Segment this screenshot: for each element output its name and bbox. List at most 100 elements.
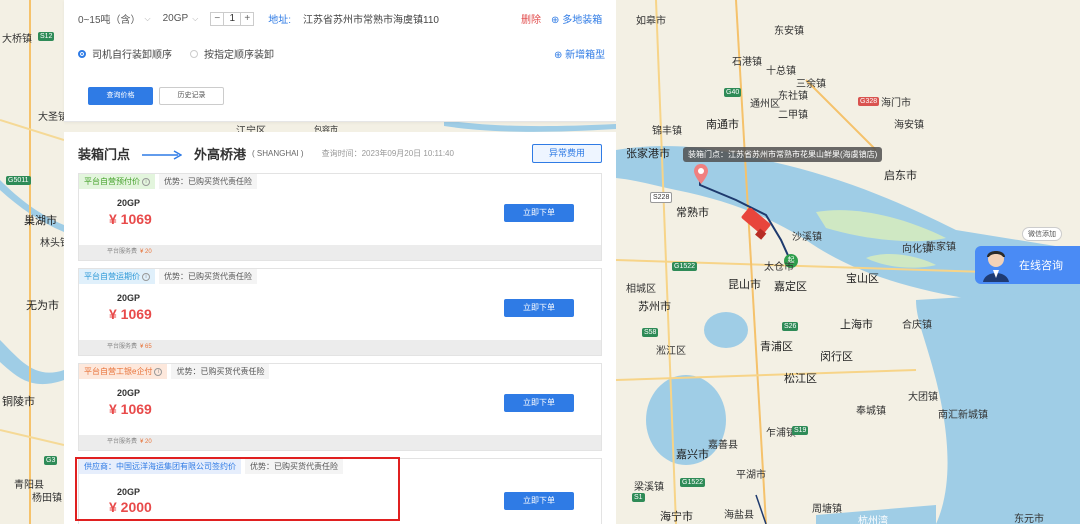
query-panel: 江宁区 包容市 0~15吨（含） ⌵ 20GP ⌵ − 1 + 地址: 江苏省苏… (64, 0, 616, 524)
wechat-label: 微信添加 (1028, 231, 1056, 238)
price-type-tag: 平台自营运期价 i (79, 269, 155, 284)
price-card: 平台自营运期价 i 优势：已购买货代责任险 20GP ¥ 1069 立即下单 平台… (78, 268, 602, 356)
minus-button[interactable]: − (211, 13, 223, 25)
price-value: ¥ 2000 (109, 499, 152, 515)
map-label: 海盐县 (724, 510, 754, 521)
map-label: 苏州市 (638, 301, 671, 313)
price-type-tag: 平台自营预付价 i (79, 174, 155, 189)
container-type-select[interactable]: 20GP ⌵ (163, 13, 199, 24)
map-label: 大团镇 (908, 392, 938, 403)
add-box-type-link[interactable]: ⊕ 新增箱型 (554, 46, 605, 61)
price-type-label: 平台自营预付价 (84, 177, 140, 186)
service-fee-value: ¥ 65 (140, 344, 152, 350)
form-row-cargo: 0~15吨（含） ⌵ 20GP ⌵ − 1 + 地址: 江苏省苏州市常熟市海虞镇… (78, 11, 602, 26)
query-price-button[interactable]: 查询价格 (88, 87, 153, 105)
map-label: 淞江区 (656, 346, 686, 357)
wechat-add-button[interactable]: 微信添加 (1022, 227, 1062, 241)
box-type: 20GP (117, 293, 141, 303)
map-label: 无为市 (26, 300, 59, 312)
map-label: 启东市 (884, 170, 917, 182)
map-label: 南通市 (706, 119, 739, 131)
address-value[interactable]: 江苏省苏州市常熟市海虞镇110 (303, 11, 521, 26)
map-label: 如皋市 (636, 16, 666, 27)
price-value: ¥ 1069 (109, 401, 152, 417)
query-time: 查询时间：2023年09月20日 10:11:40 (321, 149, 454, 158)
info-icon[interactable]: i (142, 177, 150, 186)
order-now-button[interactable]: 立即下单 (504, 492, 574, 510)
card-tag-row: 平台自营预付价 i 优势：已购买货代责任险 (79, 174, 257, 189)
order-now-button[interactable]: 立即下单 (504, 204, 574, 222)
service-fee-label: 平台服务费 (107, 439, 138, 445)
weight-value: 0~15吨（含） (78, 15, 141, 26)
price-card: 平台自营工银e企付 i 优势：已购买货代责任险 20GP ¥ 1069 立即下单 … (78, 363, 602, 451)
map-label: 梁溪镇 (634, 482, 664, 493)
history-button[interactable]: 历史记录 (159, 87, 224, 105)
map-label: 上海市 (840, 319, 873, 331)
map-label: 闵行区 (820, 351, 853, 363)
map-label: 杭州湾 (858, 516, 888, 524)
road-badge: S19 (792, 426, 809, 435)
radio-label: 按指定顺序装卸 (204, 50, 274, 61)
road-badge: G40 (724, 88, 742, 97)
arrow-right-icon (142, 149, 183, 160)
agent-avatar (981, 248, 1011, 282)
multi-load-link[interactable]: ⊕ 多地装箱 (551, 11, 602, 26)
location-pin-icon[interactable] (694, 164, 708, 184)
advantage-badge: 优势：已购买货代责任险 (245, 459, 343, 474)
map-label: 东安镇 (774, 26, 804, 37)
route-from: 装箱门点 (78, 147, 131, 162)
map-label: 大圣镇 (38, 112, 64, 123)
quantity-value[interactable]: 1 (223, 12, 242, 25)
info-icon[interactable]: i (154, 367, 163, 376)
radio-unchecked-icon (190, 49, 198, 58)
map-label: 陈家镇 (926, 242, 956, 253)
road-badge: G1522 (680, 478, 706, 487)
truck-icon (741, 208, 771, 240)
price-value: ¥ 1069 (109, 306, 152, 322)
card-tag-row: 平台自营运期价 i 优势：已购买货代责任险 (79, 269, 257, 284)
map-label: 铜陵市 (2, 396, 35, 408)
map-label: 常熟市 (676, 207, 709, 219)
map-label: 杨田镇 (32, 493, 62, 504)
map-label: 大桥镇 (2, 34, 32, 45)
order-now-button[interactable]: 立即下单 (504, 299, 574, 317)
price-value: ¥ 1069 (109, 211, 152, 227)
radio-self-order[interactable]: 司机自行装卸顺序 (78, 46, 172, 61)
map-label: 海宁市 (660, 511, 693, 523)
address-label: 地址: (268, 15, 292, 26)
box-type: 20GP (117, 198, 141, 208)
road-badge: S1 (632, 493, 645, 502)
quantity-stepper[interactable]: − 1 + (210, 11, 255, 26)
service-fee-bar: 平台服务费 ¥ 65 (79, 340, 601, 355)
weight-select[interactable]: 0~15吨（含） ⌵ (78, 11, 151, 27)
abnormal-fee-button[interactable]: 异常费用 (532, 144, 602, 163)
road-badge: S26 (782, 322, 799, 331)
map-label: 二甲镇 (778, 110, 808, 121)
card-tag-row: 供应商：中国远洋海运集团有限公司签约价 优势：已购买货代责任险 (79, 459, 343, 474)
map-label: 平湖市 (736, 470, 766, 481)
container-type-value: 20GP (162, 13, 189, 24)
map-label: 张家港市 (626, 148, 670, 160)
online-consult-button[interactable]: 在线咨询 (975, 246, 1080, 284)
map-label: 周塘镇 (812, 504, 842, 515)
map-label: 南汇新城镇 (938, 410, 988, 421)
supplier-tag: 供应商：中国远洋海运集团有限公司签约价 (79, 459, 241, 474)
card-tag-row: 平台自营工银e企付 i 优势：已购买货代责任险 (79, 364, 270, 379)
map-label: 石港镇 (732, 57, 762, 68)
radio-checked-icon (78, 49, 86, 58)
info-icon[interactable]: i (142, 272, 150, 281)
service-fee-value: ¥ 20 (140, 249, 152, 255)
map-left-strip[interactable]: 大桥镇 大圣镇 巢湖市 林头镇 无为市 铜陵市 青阳县 杨田镇 S12 G501… (0, 0, 64, 524)
radio-specified-order[interactable]: 按指定顺序装卸 (190, 46, 274, 61)
chevron-down-icon: ⌵ (192, 13, 199, 23)
map-label: 太仓市 (764, 262, 794, 273)
delete-link[interactable]: 删除 (521, 11, 541, 26)
service-fee-bar: 平台服务费 ¥ 20 (79, 435, 601, 450)
chevron-down-icon: ⌵ (144, 13, 151, 23)
map-label: 沙溪镇 (792, 232, 822, 243)
order-now-button[interactable]: 立即下单 (504, 394, 574, 412)
road-badge: G3 (44, 456, 58, 465)
form-row-order: 司机自行装卸顺序 按指定顺序装卸 (78, 46, 292, 61)
plus-button[interactable]: + (241, 13, 253, 25)
route-port-code: ( SHANGHAI ) (252, 149, 304, 158)
